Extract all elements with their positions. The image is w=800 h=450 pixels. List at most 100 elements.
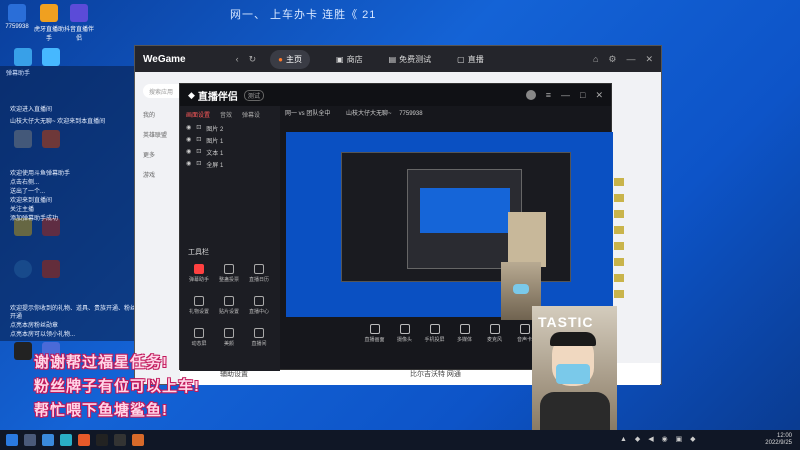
close-icon[interactable]: ✕ [645, 54, 653, 65]
tool-room[interactable]: 直播间 [244, 328, 274, 347]
btn-label: 麦克风 [486, 337, 502, 343]
game-icon[interactable] [614, 258, 624, 266]
tool-center[interactable]: 直播中心 [244, 296, 274, 315]
back-icon[interactable]: ‹ [236, 54, 239, 64]
refresh-icon[interactable]: ↻ [249, 54, 257, 65]
match-label: 网一 vs 团队全中 [285, 111, 331, 117]
lock-icon[interactable]: ⊡ [196, 124, 201, 133]
tab-scene[interactable]: 画面设置 [186, 110, 210, 119]
zhibo-top-info: 网一 vs 团队全中 山枝大仔大无聊~ 7759938 [285, 108, 423, 117]
tool-danmu-helper[interactable]: 弹幕助手 [184, 264, 214, 283]
tool-gift[interactable]: 礼物设置 [184, 296, 214, 315]
taskbar-app-icon[interactable] [114, 434, 126, 446]
game-icon[interactable] [614, 178, 624, 186]
wegame-side-item[interactable]: 我的 [143, 110, 155, 119]
wegame-side-item[interactable]: 游戏 [143, 170, 155, 179]
tab-home[interactable]: ● 主页 [270, 49, 311, 69]
nested-window-preview-2 [407, 169, 522, 269]
lock-icon[interactable]: ⊡ [196, 136, 201, 145]
taskbar-app-icon[interactable] [42, 434, 54, 446]
tab-audio[interactable]: 音效 [220, 110, 232, 119]
tool-dynamic[interactable]: 动态屏 [184, 328, 214, 347]
game-icon[interactable] [614, 226, 624, 234]
game-icon[interactable] [614, 290, 624, 298]
desktop-qq-icon[interactable]: 7759938 [2, 4, 32, 30]
desktop-huya-icon[interactable]: 虎牙直播助手 [34, 4, 64, 42]
tool-calendar[interactable]: 直播日历 [244, 264, 274, 283]
wegame-side-item[interactable]: 更多 [143, 150, 155, 159]
game-icon[interactable] [614, 194, 624, 202]
desktop-douyin-icon[interactable]: 抖音直播伴侣 [64, 4, 94, 42]
btn-phone-cast[interactable]: 手机投屏 [423, 324, 447, 369]
eye-icon[interactable]: ◉ [186, 136, 191, 145]
btn-label: 多媒体 [456, 337, 472, 343]
taskbar-app-icon[interactable] [60, 434, 72, 446]
chat-line: 山枝大仔大无聊~ 欢迎来到本直播间 [10, 119, 106, 125]
chat-line: 点击右侧... [10, 180, 40, 186]
menu-icon[interactable]: ≡ [546, 90, 551, 100]
minimize-icon[interactable]: — [561, 90, 570, 100]
lock-icon[interactable]: ⊡ [196, 148, 201, 157]
chat-line: 欢迎使用斗鱼弹幕助手 [10, 171, 71, 177]
taskbar-app-icon[interactable] [96, 434, 108, 446]
close-icon[interactable]: ✕ [595, 90, 603, 101]
tool-vote[interactable]: 整蛊投票 [214, 264, 244, 283]
game-icon[interactable] [614, 274, 624, 282]
eye-icon[interactable]: ◉ [186, 148, 191, 157]
lock-icon[interactable]: ⊡ [196, 160, 201, 169]
chat-line: 送出了一个... [10, 189, 46, 195]
stream-preview[interactable] [286, 132, 613, 317]
huya-label: 虎牙直播助手 [34, 27, 65, 42]
desktop-icon[interactable] [36, 48, 66, 68]
scene-label: 文本 1 [206, 151, 224, 157]
btn-live-screen[interactable]: 直播画面 [363, 324, 387, 369]
desktop-icon[interactable] [8, 48, 38, 68]
taskbar-app-icon[interactable] [78, 434, 90, 446]
settings-icon[interactable]: ⚙ [608, 54, 616, 65]
btn-label: 手机投屏 [424, 337, 445, 343]
eye-icon[interactable]: ◉ [186, 160, 191, 169]
minimize-icon[interactable]: — [626, 54, 635, 64]
maximize-icon[interactable]: □ [580, 90, 585, 100]
nested-desktop-preview [420, 188, 510, 233]
scene-item[interactable]: ◉ ⊡ 图片 2 [186, 124, 223, 133]
scene-item[interactable]: ◉ ⊡ 文本 1 [186, 148, 223, 157]
chat-line: 欢迎提示你收到的礼物、道具、贵族开通、粉丝开通 [10, 306, 137, 320]
camera-icon [399, 324, 410, 334]
scene-item[interactable]: ◉ ⊡ 图片 1 [186, 136, 223, 145]
system-clock[interactable]: 12:00 2022/9/25 [765, 433, 792, 447]
game-icon[interactable] [614, 210, 624, 218]
tools-title: 工具栏 [188, 249, 209, 256]
wegame-titlebar: WeGame ‹ ↻ ● 主页 ▣ 商店 ▤ 免费测试 ▢ 直播 ⌂ ⚙ — ✕ [135, 46, 661, 72]
wegame-logo: WeGame [143, 53, 186, 65]
tab-free-test[interactable]: ▤ 免费测试 [389, 54, 432, 65]
system-tray-icons[interactable]: ▲ ◆ ◀ ◉ ▣ ◆ [620, 435, 699, 443]
start-icon[interactable] [6, 434, 18, 446]
tab-label: 直播 [467, 54, 484, 64]
taskbar-app-icon[interactable] [132, 434, 144, 446]
tool-sticker[interactable]: 贴片设置 [214, 296, 244, 315]
eye-icon[interactable]: ◉ [186, 124, 191, 133]
scene-item[interactable]: ◉ ⊡ 全屏 1 [186, 160, 223, 169]
folder-icon[interactable]: ⌂ [593, 54, 598, 64]
douyin-icon [70, 4, 88, 22]
tab-danmu[interactable]: 弹幕设 [242, 110, 260, 119]
btn-mic[interactable]: 麦克风 [483, 324, 507, 369]
taskbar-app-icon[interactable] [24, 434, 36, 446]
btn-camera[interactable]: 摄像头 [393, 324, 417, 369]
assist-settings-link[interactable]: 辅助设置 [220, 371, 248, 378]
scene-label: 图片 1 [206, 139, 224, 145]
tool-beauty[interactable]: 美颜 [214, 328, 244, 347]
tab-live[interactable]: ▢ 直播 [457, 54, 484, 65]
tool-label: 弹幕助手 [188, 277, 209, 283]
game-icon[interactable] [614, 242, 624, 250]
tab-store[interactable]: ▣ 商店 [336, 54, 363, 65]
camera-preview [508, 212, 546, 267]
avatar[interactable] [525, 90, 536, 100]
btn-label: 摄像头 [396, 337, 412, 343]
version-badge: 测试 [243, 89, 264, 101]
tab-label: 主页 [286, 54, 303, 64]
chat-header: 弹幕助手 [6, 71, 31, 77]
wegame-side-item[interactable]: 英雄联盟 [143, 130, 167, 139]
btn-media[interactable]: 多媒体 [453, 324, 477, 369]
